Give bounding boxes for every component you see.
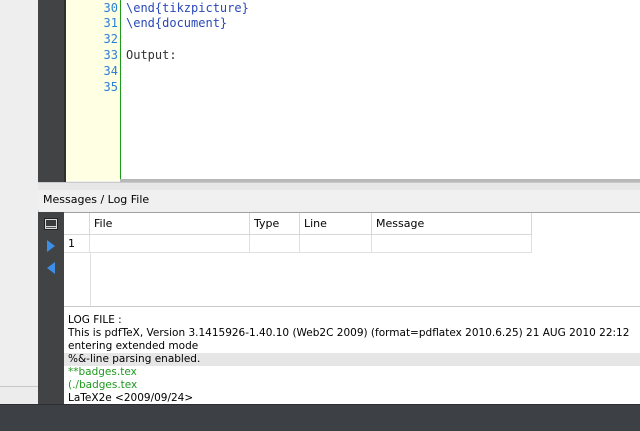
log-line-highlighted: %&-line parsing enabled. [64, 353, 640, 366]
table-cell-file[interactable] [90, 235, 250, 253]
log-view-icon[interactable] [42, 215, 60, 233]
column-header-file[interactable]: File [90, 213, 250, 235]
editor-side-strip [38, 0, 64, 182]
log-line: entering extended mode [68, 340, 199, 352]
code-line-text: Output: [126, 48, 177, 62]
table-corner-header [64, 213, 90, 235]
structure-panel [0, 0, 39, 386]
code-line-text: \end{tikzpicture} [126, 1, 249, 15]
code-line[interactable]: \end{document} [126, 15, 227, 31]
line-number: 35 [103, 80, 118, 94]
line-number: 30 [103, 1, 118, 15]
previous-arrow-icon[interactable] [42, 259, 60, 277]
column-header-line[interactable]: Line [300, 213, 372, 235]
next-arrow-icon[interactable] [42, 237, 60, 255]
log-line: **badges.tex [68, 366, 137, 378]
table-cell-message[interactable] [372, 235, 532, 253]
log-line: This is pdfTeX, Version 3.1415926-1.40.1… [68, 327, 630, 339]
line-number: 34 [103, 64, 118, 78]
row-header-column [64, 253, 91, 307]
column-header-type[interactable]: Type [250, 213, 300, 235]
line-number: 33 [103, 48, 118, 62]
code-line[interactable]: Output: [126, 47, 177, 63]
code-line-text: \end{document} [126, 16, 228, 30]
line-number: 32 [103, 32, 118, 46]
log-line: LOG FILE : [68, 314, 122, 326]
table-cell-line[interactable] [300, 235, 372, 253]
messages-panel-title: Messages / Log File [38, 190, 640, 210]
status-bar [0, 404, 640, 431]
messages-toolbar [38, 212, 64, 406]
column-header-message[interactable]: Message [372, 213, 532, 235]
line-number: 31 [103, 16, 118, 30]
messages-table: File Type Line Message 1 [64, 212, 640, 307]
table-cell-type[interactable] [250, 235, 300, 253]
line-number-gutter: 30 31 32 33 34 35 [66, 0, 121, 181]
structure-panel-footer [0, 386, 38, 405]
code-line[interactable]: \end{tikzpicture} [126, 0, 249, 16]
log-line: (./badges.tex [68, 379, 138, 391]
log-output[interactable]: LOG FILE : This is pdfTeX, Version 3.141… [64, 306, 640, 405]
table-row-index[interactable]: 1 [64, 235, 90, 253]
